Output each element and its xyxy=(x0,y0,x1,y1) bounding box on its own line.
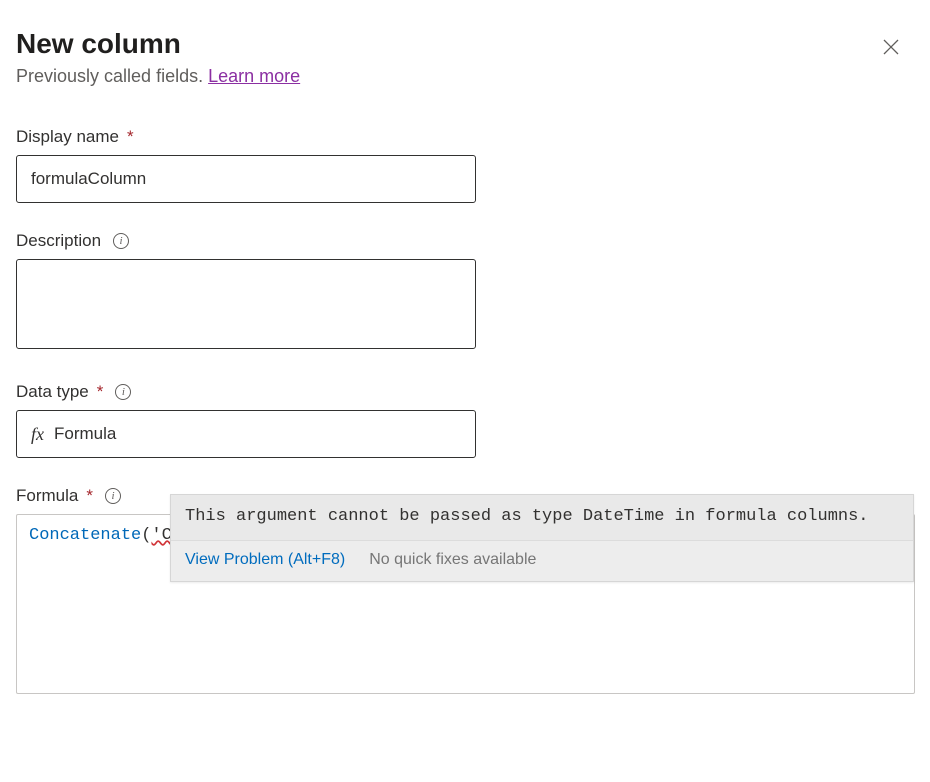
fx-icon: fx xyxy=(31,424,44,445)
data-type-label: Data type * i xyxy=(16,382,914,402)
data-type-value: Formula xyxy=(54,424,116,444)
panel-header: New column Previously called fields. Lea… xyxy=(16,28,914,127)
description-field-group: Description i xyxy=(16,231,914,354)
error-actions: View Problem (Alt+F8) No quick fixes ava… xyxy=(171,540,913,581)
description-input[interactable] xyxy=(16,259,476,349)
required-asterisk: * xyxy=(97,382,104,402)
close-button[interactable] xyxy=(876,32,906,62)
data-type-field-group: Data type * i fx Formula xyxy=(16,382,914,458)
display-name-field-group: Display name * xyxy=(16,127,914,203)
panel-subtitle: Previously called fields. Learn more xyxy=(16,66,300,87)
subtitle-text: Previously called fields. xyxy=(16,66,208,86)
info-icon[interactable]: i xyxy=(105,488,121,504)
formula-token-function: Concatenate xyxy=(29,526,141,545)
info-icon[interactable]: i xyxy=(113,233,129,249)
formula-token-paren: ( xyxy=(141,526,151,545)
display-name-input[interactable] xyxy=(16,155,476,203)
learn-more-link[interactable]: Learn more xyxy=(208,66,300,86)
error-message: This argument cannot be passed as type D… xyxy=(171,495,913,540)
close-icon xyxy=(882,38,900,56)
panel-title: New column xyxy=(16,28,300,60)
info-icon[interactable]: i xyxy=(115,384,131,400)
data-type-select[interactable]: fx Formula xyxy=(16,410,476,458)
no-quick-fixes-text: No quick fixes available xyxy=(369,551,536,569)
display-name-label: Display name * xyxy=(16,127,914,147)
view-problem-link[interactable]: View Problem (Alt+F8) xyxy=(185,551,345,569)
error-tooltip: This argument cannot be passed as type D… xyxy=(170,494,914,582)
required-asterisk: * xyxy=(86,486,93,506)
description-label: Description i xyxy=(16,231,914,251)
required-asterisk: * xyxy=(127,127,134,147)
new-column-panel: New column Previously called fields. Lea… xyxy=(0,0,930,718)
